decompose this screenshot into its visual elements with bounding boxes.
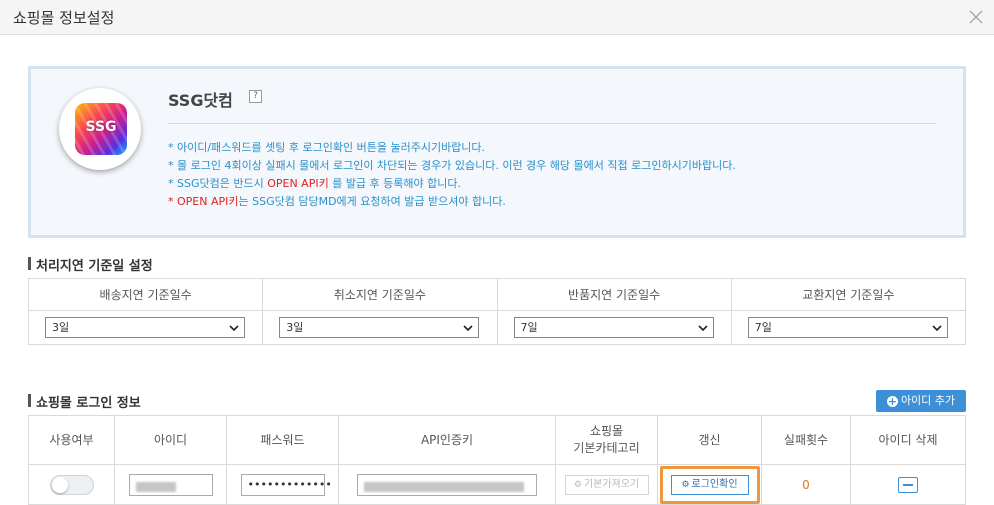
dialog-title: 쇼핑몰 정보설정 xyxy=(13,9,115,27)
delay-header-cancel: 취소지연 기준일수 xyxy=(262,278,498,311)
header-category: 쇼핑몰기본카테고리 xyxy=(555,415,658,465)
add-id-button[interactable]: + 아이디 추가 xyxy=(876,390,966,412)
delete-id-button[interactable] xyxy=(898,476,918,493)
chevron-down-icon xyxy=(229,325,239,332)
redacted-value xyxy=(364,482,524,492)
fetch-category-button[interactable]: ⚙ 기본가져오기 xyxy=(564,474,649,495)
notice-item: * 아이디/패스워드를 셋팅 후 로그인확인 버튼을 눌러주시기바랍니다. xyxy=(168,141,486,154)
help-icon[interactable]: ? xyxy=(249,90,262,103)
header-use: 사용여부 xyxy=(28,415,115,465)
login-section-title: 쇼핑몰 로그인 정보 xyxy=(28,392,141,411)
notice-text: 는 SSG닷컴 담당MD에게 요청하여 발급 받으셔야 합니다. xyxy=(238,195,506,208)
fetch-label: 기본가져오기 xyxy=(583,478,640,490)
mall-logo: SSG xyxy=(59,88,141,170)
select-value: 7일 xyxy=(754,321,772,334)
header-id: 아이디 xyxy=(114,415,227,465)
notice-highlight: OPEN API키 xyxy=(177,195,239,208)
header-delete: 아이디 삭제 xyxy=(850,415,966,465)
shipping-delay-select[interactable]: 3일 xyxy=(45,317,245,338)
header-password: 패스워드 xyxy=(226,415,339,465)
id-input[interactable] xyxy=(128,473,213,496)
notice-text: * xyxy=(168,195,177,208)
password-input[interactable]: ••••••••••••• xyxy=(240,473,332,496)
chevron-down-icon xyxy=(697,325,708,332)
dialog-titlebar: 쇼핑몰 정보설정 xyxy=(0,0,994,35)
delay-header-exchange: 교환지연 기준일수 xyxy=(730,278,967,311)
add-id-label: 아이디 추가 xyxy=(900,394,956,407)
select-value: 7일 xyxy=(520,321,538,334)
delay-header-return: 반품지연 기준일수 xyxy=(496,278,732,311)
mall-info-box: SSG SSG닷컴 ? * 아이디/패스워드를 셋팅 후 로그인확인 버튼을 눌… xyxy=(28,66,966,238)
plus-icon: + xyxy=(886,395,898,408)
return-delay-select[interactable]: 7일 xyxy=(513,317,714,338)
table-row: ••••••••••••• ⚙ 기본가져오기 ⚙ 로그인확인 0 xyxy=(28,464,966,505)
notice-text: * SSG닷컴은 반드시 xyxy=(168,177,268,190)
logo-text: SSG xyxy=(85,119,117,135)
delay-settings-table: 배송지연 기준일수 취소지연 기준일수 반품지연 기준일수 교환지연 기준일수 … xyxy=(27,278,967,345)
notice-highlight: OPEN API키 xyxy=(267,177,329,190)
delay-header-shipping: 배송지연 기준일수 xyxy=(27,278,264,311)
header-refresh: 갱신 xyxy=(657,415,762,465)
close-icon[interactable] xyxy=(968,9,984,25)
chevron-down-icon xyxy=(463,325,473,332)
fail-count: 0 xyxy=(802,477,810,492)
login-check-label: 로그인확인 xyxy=(691,478,738,490)
notice-list: * 아이디/패스워드를 셋팅 후 로그인확인 버튼을 눌러주시기바랍니다. * … xyxy=(168,139,736,211)
divider xyxy=(168,123,936,124)
notice-text: 를 발급 후 등록해야 합니다. xyxy=(328,177,462,190)
gear-icon: ⚙ xyxy=(681,479,690,490)
api-key-input[interactable] xyxy=(357,473,537,496)
chevron-down-icon xyxy=(932,325,942,332)
gear-icon: ⚙ xyxy=(573,479,582,490)
toggle-knob xyxy=(51,476,68,493)
select-value: 3일 xyxy=(52,321,70,334)
mall-name: SSG닷컴 xyxy=(168,91,233,110)
login-check-highlight: ⚙ 로그인확인 xyxy=(659,465,760,504)
cancel-delay-select[interactable]: 3일 xyxy=(279,317,480,338)
notice-item: * OPEN API키는 SSG닷컴 담당MD에게 요청하여 발급 받으셔야 합… xyxy=(168,193,736,211)
login-info-table: 사용여부 아이디 패스워드 API인증키 쇼핑몰기본카테고리 갱신 실패횟수 아… xyxy=(28,415,966,505)
ssg-logo-icon: SSG xyxy=(75,103,127,155)
login-check-button[interactable]: ⚙ 로그인확인 xyxy=(670,474,749,495)
header-category-line1: 쇼핑몰 xyxy=(589,424,624,438)
notice-item: * SSG닷컴은 반드시 OPEN API키 를 발급 후 등록해야 합니다. xyxy=(168,175,736,193)
redacted-value xyxy=(135,482,176,492)
select-value: 3일 xyxy=(286,321,304,334)
header-api-key: API인증키 xyxy=(338,415,556,465)
delay-section-title: 처리지연 기준일 설정 xyxy=(28,255,153,274)
header-category-line2: 기본카테고리 xyxy=(573,441,640,455)
use-toggle[interactable] xyxy=(49,474,94,495)
header-fail-count: 실패횟수 xyxy=(761,415,851,465)
notice-item: * 몰 로그인 4회이상 실패시 몰에서 로그인이 차단되는 경우가 있습니다.… xyxy=(168,159,736,172)
exchange-delay-select[interactable]: 7일 xyxy=(747,317,948,338)
